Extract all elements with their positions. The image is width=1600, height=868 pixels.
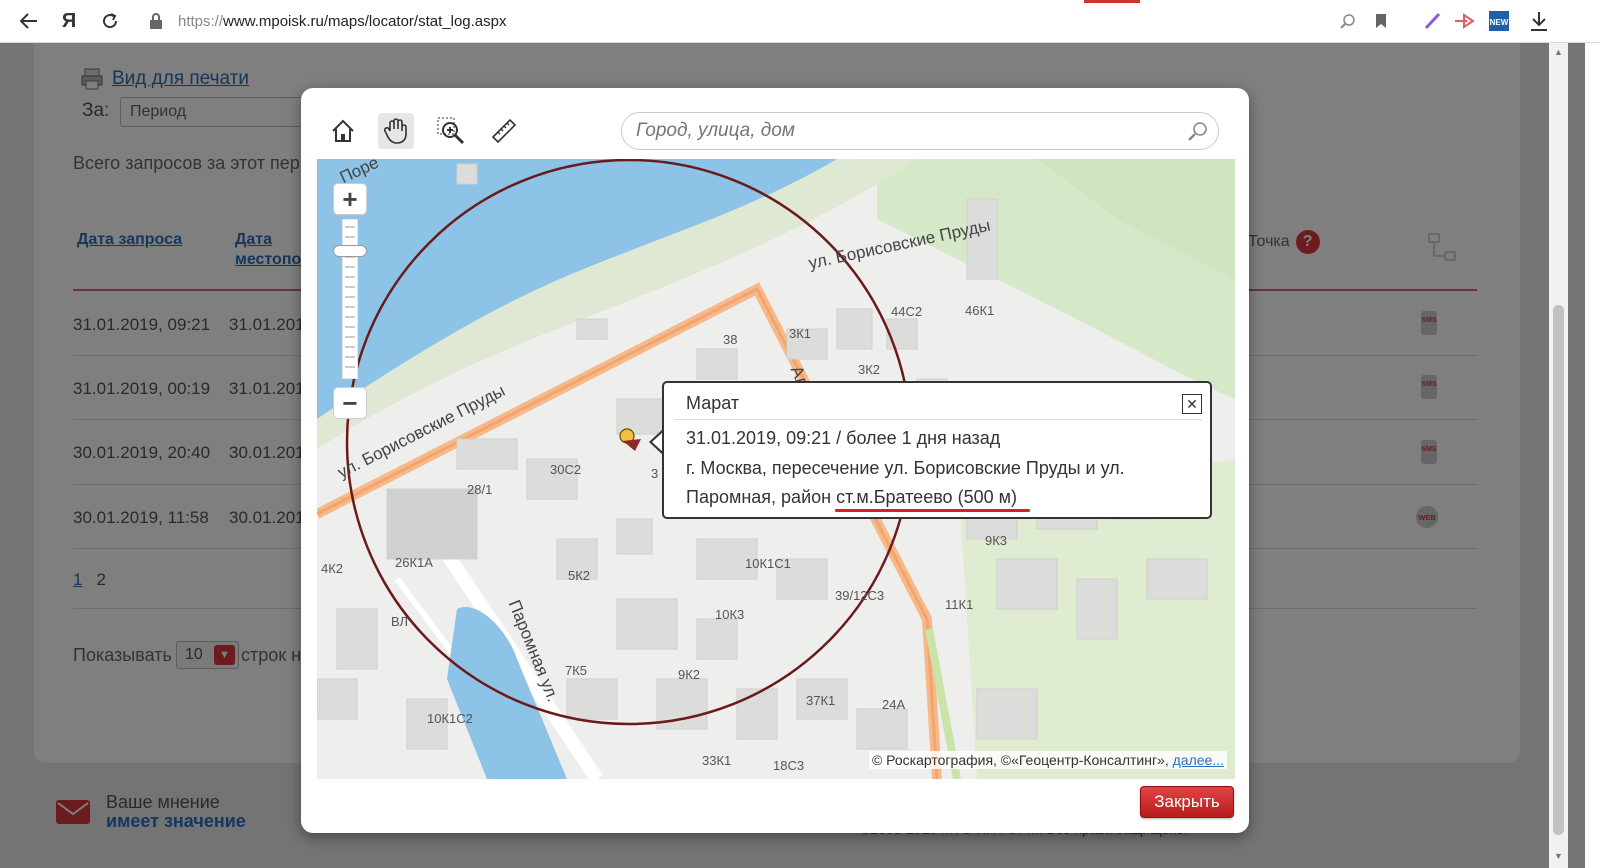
- building-label: 3К1: [789, 326, 812, 341]
- balloon-divider: [674, 419, 1202, 420]
- building-label: 10К3: [715, 607, 745, 622]
- pen-extension-icon[interactable]: [1421, 9, 1445, 33]
- building-label: 3: [651, 466, 659, 481]
- attribution-more-link[interactable]: далее...: [1173, 752, 1224, 768]
- building-label: 33К1: [702, 753, 732, 768]
- lock-icon: [146, 7, 166, 35]
- zoom-area-icon[interactable]: [433, 113, 469, 149]
- yandex-icon[interactable]: Я: [56, 8, 82, 34]
- building-label: 9К2: [678, 667, 701, 682]
- scroll-thumb[interactable]: [1553, 305, 1564, 835]
- scroll-down-icon[interactable]: ▼: [1553, 851, 1564, 863]
- balloon-title: Марат: [686, 393, 740, 413]
- ruler-icon[interactable]: [486, 113, 522, 149]
- building-label: 26К1А: [395, 555, 433, 570]
- reload-icon[interactable]: [97, 8, 123, 34]
- scroll-up-icon[interactable]: ▲: [1553, 47, 1564, 59]
- home-icon[interactable]: [325, 113, 361, 149]
- url-text: https://www.mpoisk.ru/maps/locator/stat_…: [178, 13, 506, 30]
- download-icon[interactable]: [1527, 9, 1551, 33]
- back-arrow-icon[interactable]: [16, 8, 42, 34]
- building-label: 3К2: [858, 362, 881, 377]
- map-search-input[interactable]: [636, 120, 1156, 142]
- annotation-underline: [835, 509, 1030, 512]
- address-bar[interactable]: https://www.mpoisk.ru/maps/locator/stat_…: [146, 7, 1426, 35]
- building-label: 28/1: [467, 482, 493, 497]
- map-attribution: © Роскартография, ©«Геоцентр-Консалтинг»…: [868, 751, 1227, 769]
- building-label: 37К1: [806, 693, 836, 708]
- building-label: 11К1: [945, 597, 974, 612]
- building-label: 44С2: [891, 304, 923, 319]
- building-label: 9К3: [985, 533, 1008, 548]
- zoom-control: + −: [333, 183, 367, 419]
- close-button[interactable]: Закрыть: [1140, 786, 1234, 818]
- zoom-page-icon[interactable]: [1336, 9, 1360, 33]
- building-label: 30С2: [550, 462, 582, 477]
- building-label: 46К1: [965, 303, 995, 318]
- building-label: 5К2: [568, 568, 591, 583]
- map-canvas[interactable]: + − ул. Борисовские Пруды ул. Борисовски…: [317, 159, 1235, 779]
- zoom-in-button[interactable]: +: [333, 183, 367, 215]
- arrow-extension-icon[interactable]: [1453, 9, 1477, 33]
- map-toolbar: [317, 104, 1235, 159]
- building-label: 4К2: [321, 561, 344, 576]
- building-label: 18С3: [773, 758, 805, 773]
- balloon-timestamp: 31.01.2019, 09:21 / более 1 дня назад: [686, 428, 1001, 448]
- new-extension-icon[interactable]: NEW: [1487, 9, 1511, 33]
- map-dialog: + − ул. Борисовские Пруды ул. Борисовски…: [301, 88, 1249, 833]
- zoom-out-button[interactable]: −: [333, 387, 367, 419]
- balloon-address-2: Паромная, район ст.м.Братеево (500 м): [686, 487, 1017, 507]
- building-label: 39/12С3: [835, 588, 885, 603]
- browser-toolbar: Я https://www.mpoisk.ru/maps/locator/sta…: [0, 0, 1600, 43]
- map-search-box[interactable]: [621, 112, 1219, 150]
- building-label: 38: [723, 332, 738, 347]
- page-scrollbar[interactable]: ▲ ▼: [1549, 43, 1568, 868]
- building-label: 24А: [882, 697, 906, 712]
- location-balloon: Марат ✕ 31.01.2019, 09:21 / более 1 дня …: [662, 381, 1212, 519]
- tab-indicator: [1084, 0, 1140, 3]
- building-label: 7К5: [565, 663, 588, 678]
- search-icon[interactable]: [1188, 121, 1208, 146]
- building-label: ВЛ: [391, 614, 409, 629]
- attribution-text: © Роскартография, ©«Геоцентр-Консалтинг»…: [871, 752, 1169, 768]
- svg-text:NEW: NEW: [1490, 18, 1509, 27]
- building-label: 10К1С1: [745, 556, 791, 571]
- hand-drag-icon[interactable]: [378, 113, 414, 149]
- zoom-slider-handle[interactable]: [333, 245, 367, 257]
- building-label: 10К1С2: [427, 711, 473, 726]
- url-scheme: https://: [178, 12, 224, 30]
- zoom-slider-track[interactable]: [341, 218, 359, 380]
- url-path: www.mpoisk.ru/maps/locator/stat_log.aspx: [223, 12, 507, 30]
- close-icon[interactable]: ✕: [1182, 394, 1202, 414]
- bookmark-icon[interactable]: [1369, 9, 1393, 33]
- balloon-address-1: г. Москва, пересечение ул. Борисовские П…: [686, 458, 1125, 478]
